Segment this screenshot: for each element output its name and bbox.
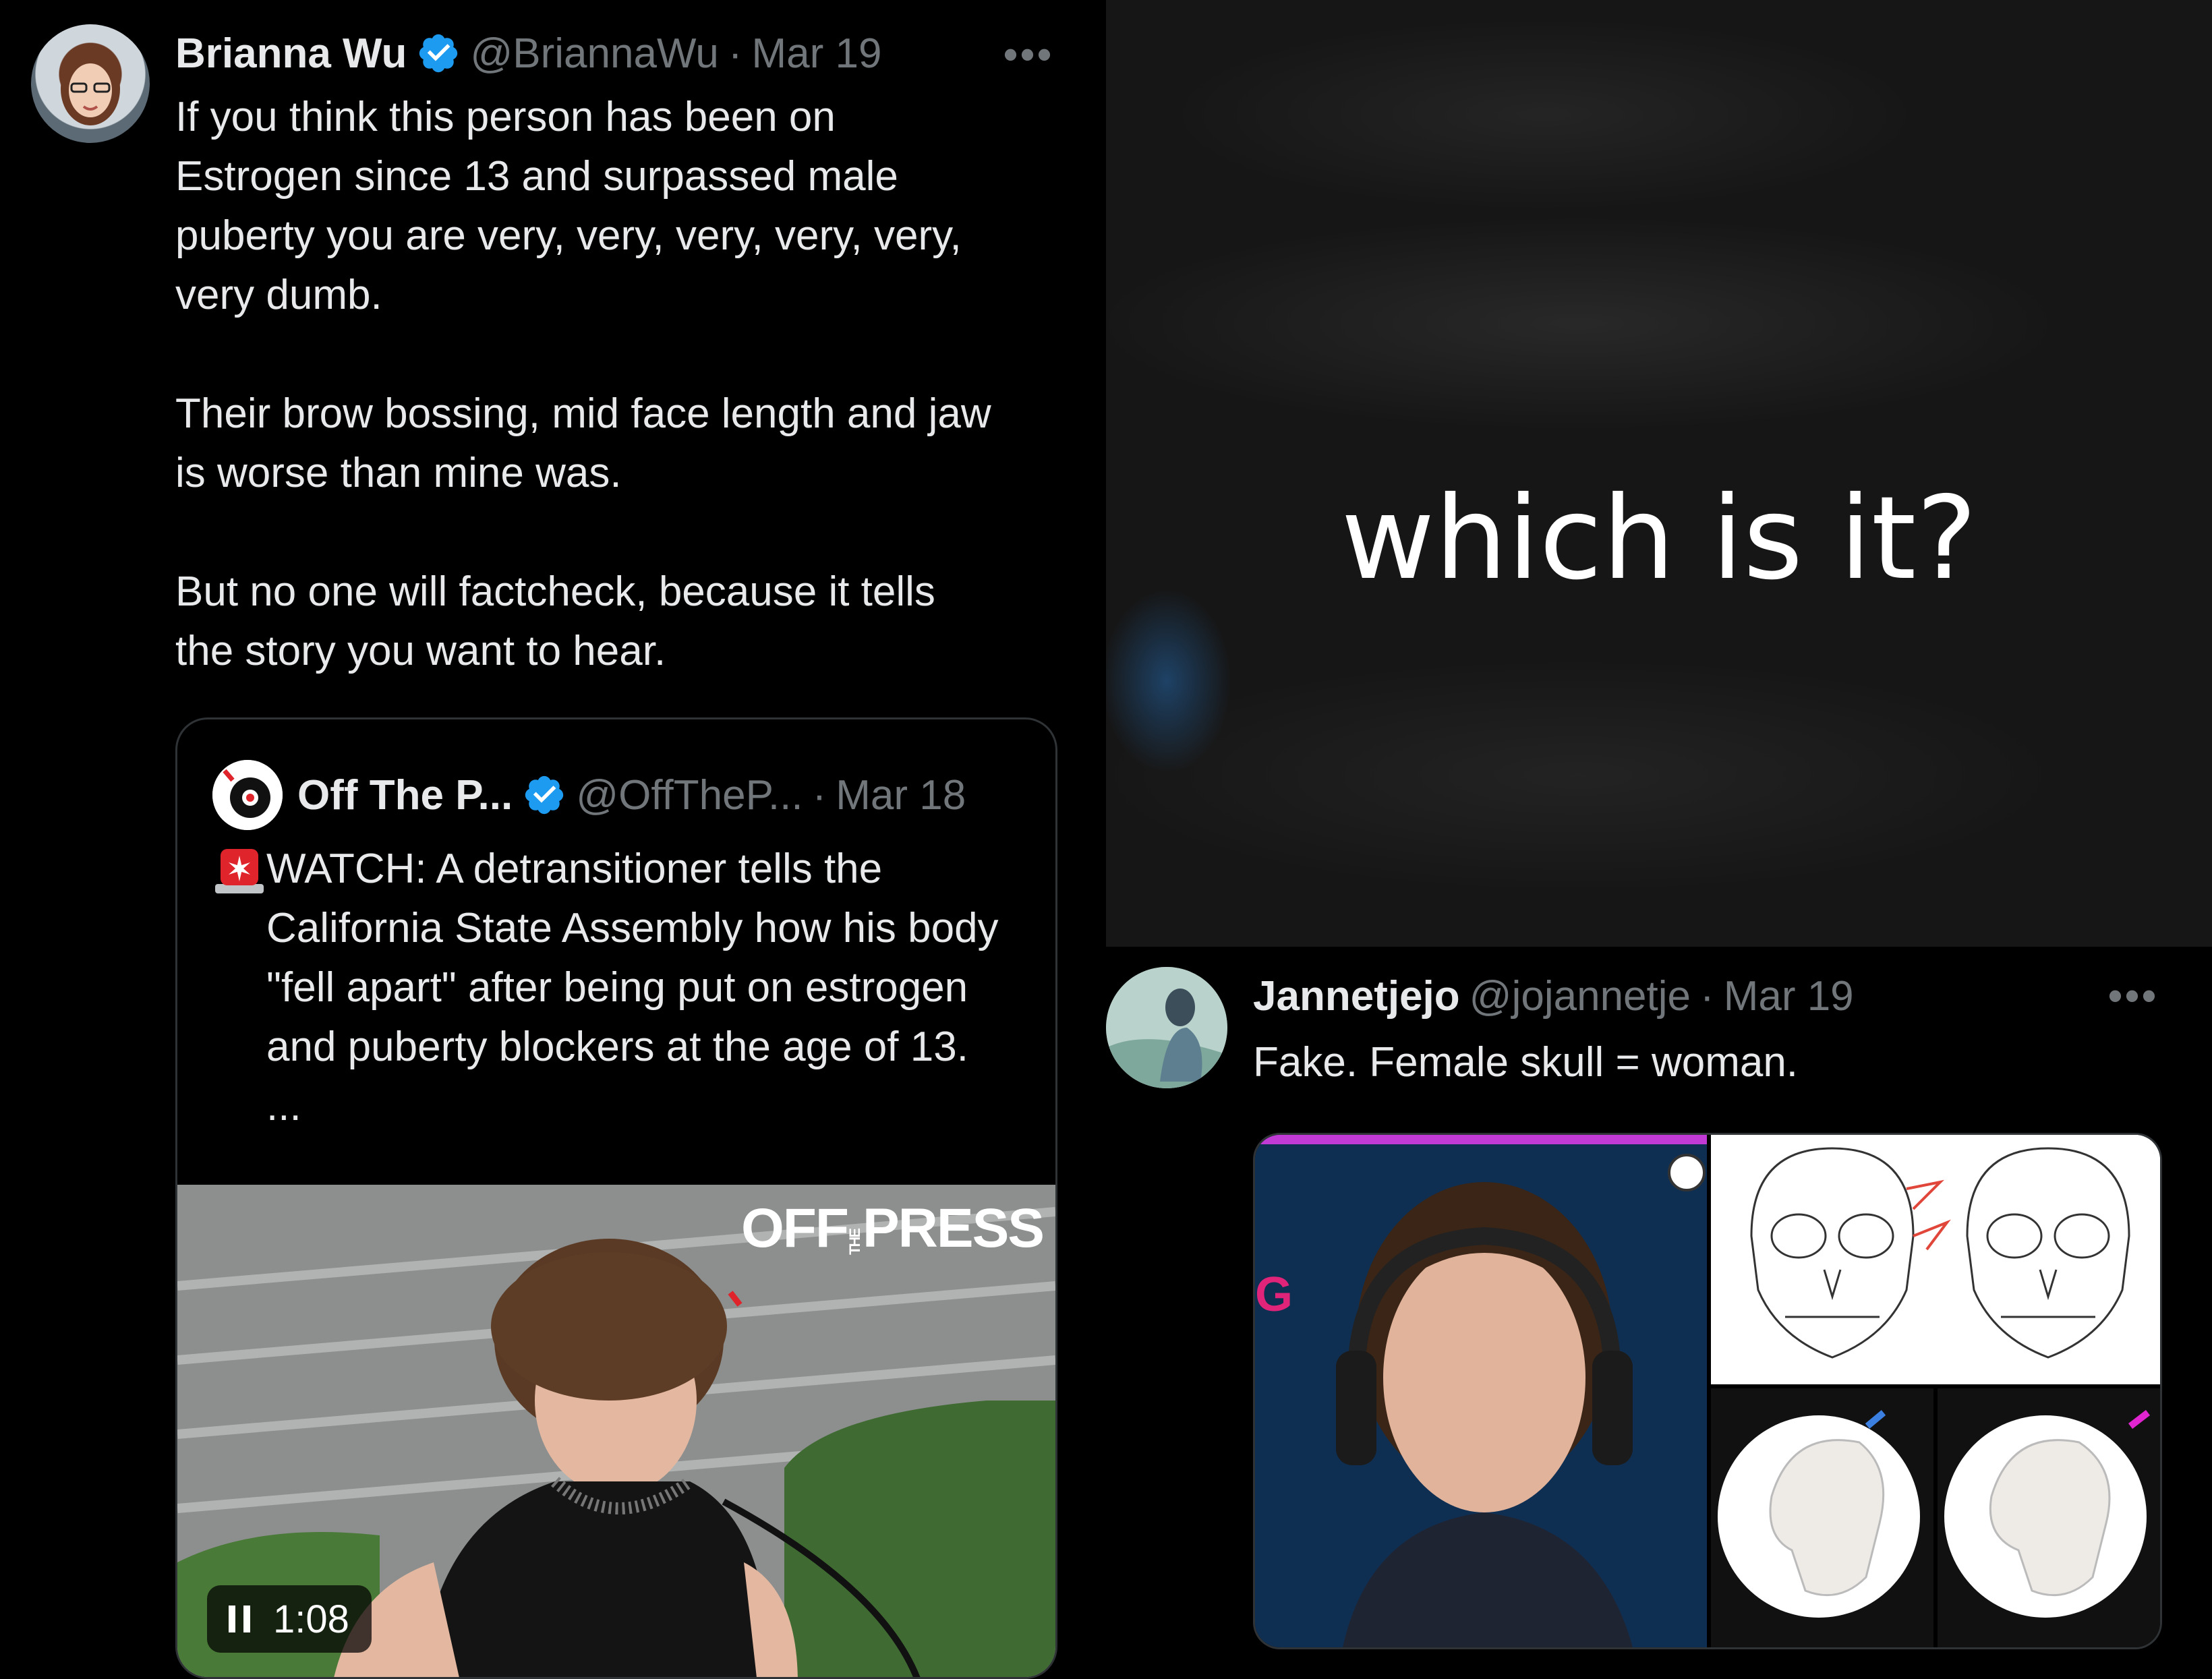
media-letter: G (1255, 1268, 1293, 1322)
reply-media-grid[interactable]: G (1253, 1133, 2162, 1649)
quoted-tweet-body: WATCH: A detransitioner tells the Califo… (212, 840, 1035, 1136)
author-name[interactable]: Brianna Wu (175, 30, 407, 78)
more-options-icon[interactable]: ••• (2108, 972, 2159, 1019)
quoted-tweet-text: WATCH: A detransitioner tells the Califo… (266, 846, 999, 1129)
tweet-text: If you think this person has been on Est… (175, 94, 991, 674)
skull-profile-left (1711, 1388, 1933, 1647)
blurred-image-panel: which is it? (1106, 0, 2212, 947)
tweet-date[interactable]: Mar 19 (752, 30, 882, 78)
reply-tweet-header: Jannetjejo @jojannetje · Mar 19 (1253, 966, 1854, 1026)
separator-dot: · (1700, 972, 1714, 1020)
reply-tweet-date[interactable]: Mar 19 (1724, 972, 1854, 1020)
video-player[interactable]: OFFTHEPRESS 1:08 (177, 1185, 1055, 1677)
reply-author-name[interactable]: Jannetjejo (1253, 972, 1460, 1020)
separator-dot: · (728, 30, 743, 77)
pause-icon[interactable] (226, 1604, 253, 1634)
watermark-the: THE (846, 1229, 863, 1255)
quoted-tweet-header: Off The P... @OffTheP... · Mar 18 (297, 761, 966, 829)
watermark-press: PRESS (862, 1198, 1045, 1259)
video-controls[interactable]: 1:08 (207, 1585, 372, 1653)
police-light-icon (215, 849, 264, 893)
webcam-portrait (1255, 1135, 1707, 1647)
quoted-tweet-date[interactable]: Mar 18 (836, 771, 966, 819)
reply-author-avatar[interactable] (1106, 967, 1227, 1088)
reply-tweet-text: Fake. Female skull = woman. (1253, 1039, 1799, 1086)
avatar-painting (1106, 967, 1227, 1088)
separator-dot: · (812, 771, 827, 819)
tweet-header: Brianna Wu @BriannaWu · Mar 19 (175, 23, 882, 84)
media-skull-profile-left-image[interactable] (1711, 1388, 1933, 1647)
more-options-icon[interactable]: ••• (1003, 31, 1054, 78)
author-avatar[interactable] (31, 24, 150, 143)
avatar-portrait (61, 53, 120, 125)
verified-badge-icon (525, 775, 564, 815)
skull-profile-right (1938, 1388, 2160, 1647)
author-handle[interactable]: @BriannaWu (470, 30, 719, 78)
quoted-author-name[interactable]: Off The P... (297, 771, 513, 819)
off-the-press-watermark: OFFTHEPRESS (741, 1197, 1045, 1260)
verified-badge-icon (419, 34, 458, 73)
watermark-off: OFF (741, 1198, 849, 1259)
media-webcam-image[interactable]: G (1255, 1135, 1707, 1647)
off-the-press-logo-icon (212, 760, 283, 830)
video-time: 1:08 (273, 1597, 349, 1641)
skull-comparison-front (1711, 1135, 2160, 1384)
reply-author-handle[interactable]: @jojannetje (1469, 972, 1691, 1020)
quoted-tweet-card[interactable]: Off The P... @OffTheP... · Mar 18 WATCH:… (175, 717, 1057, 1679)
image-caption: which is it? (1341, 472, 1977, 606)
media-skull-profile-right-image[interactable] (1938, 1388, 2160, 1647)
media-skulls-front-image[interactable] (1711, 1135, 2160, 1384)
quoted-author-handle[interactable]: @OffTheP... (576, 771, 803, 819)
quoted-author-avatar[interactable] (212, 760, 283, 830)
